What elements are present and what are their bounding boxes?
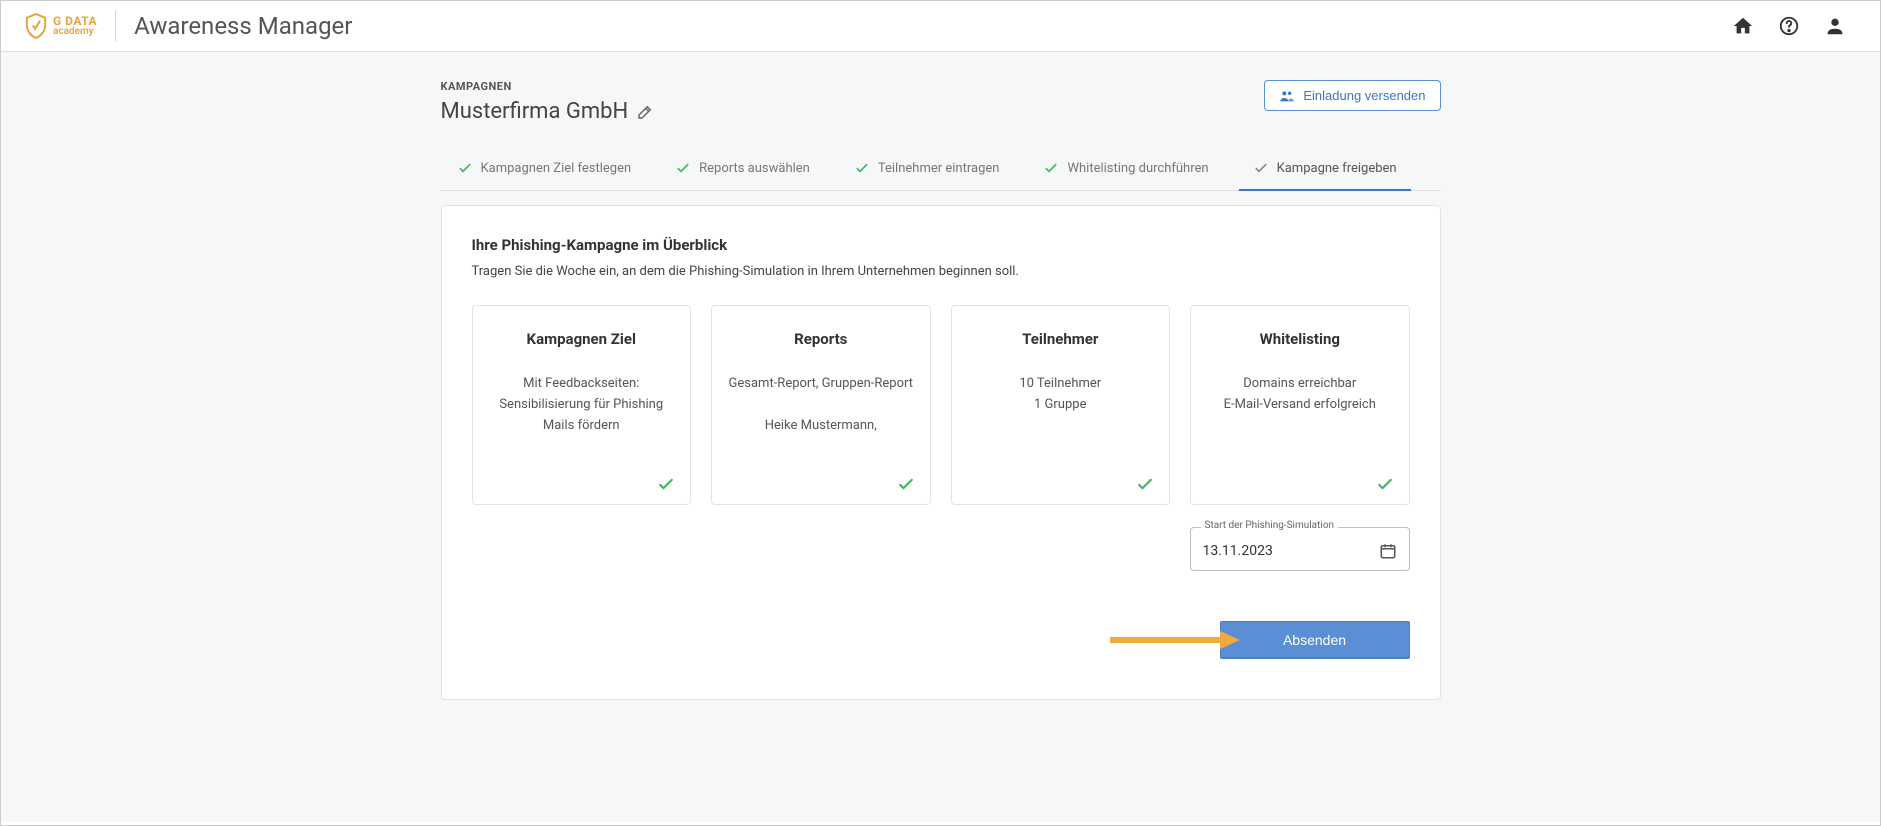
tab-label: Kampagnen Ziel festlegen bbox=[481, 161, 632, 176]
company-name: Musterfirma GmbH bbox=[441, 99, 629, 124]
overview-desc: Tragen Sie die Woche ein, an dem die Phi… bbox=[472, 264, 1410, 279]
check-icon bbox=[656, 474, 676, 494]
breadcrumb: KAMPAGNEN bbox=[441, 80, 655, 93]
summary-card-title: Teilnehmer bbox=[966, 330, 1156, 348]
divider bbox=[115, 11, 116, 41]
summary-card-body: Domains erreichbarE-Mail-Versand erfolgr… bbox=[1205, 374, 1395, 490]
people-icon bbox=[1279, 89, 1295, 103]
check-icon bbox=[1043, 160, 1059, 176]
tab-label: Teilnehmer eintragen bbox=[878, 161, 1000, 176]
summary-card-1: Kampagnen Ziel Mit Feedbackseiten:Sensibi… bbox=[472, 305, 692, 505]
check-icon bbox=[457, 160, 473, 176]
home-icon[interactable] bbox=[1732, 15, 1754, 37]
summary-card-2: Reports Gesamt-Report, Gruppen-Report Hei… bbox=[711, 305, 931, 505]
start-date-label: Start der Phishing-Simulation bbox=[1201, 520, 1339, 531]
app-title: Awareness Manager bbox=[134, 12, 352, 40]
overview-card: Ihre Phishing-Kampagne im Überblick Trag… bbox=[441, 205, 1441, 700]
summary-card-title: Whitelisting bbox=[1205, 330, 1395, 348]
top-bar: G DATA academy Awareness Manager bbox=[1, 1, 1880, 52]
check-icon bbox=[675, 160, 691, 176]
tab-step-3[interactable]: Teilnehmer eintragen bbox=[848, 144, 1006, 190]
stepper-tabs: Kampagnen Ziel festlegen Reports auswähle… bbox=[441, 144, 1441, 191]
summary-card-body: Gesamt-Report, Gruppen-Report Heike Must… bbox=[726, 374, 916, 490]
brand-sub: academy bbox=[53, 27, 97, 37]
invite-label: Einladung versenden bbox=[1303, 88, 1425, 103]
summary-card-title: Kampagnen Ziel bbox=[487, 330, 677, 348]
tab-step-4[interactable]: Whitelisting durchführen bbox=[1037, 144, 1214, 190]
summary-card-title: Reports bbox=[726, 330, 916, 348]
check-icon bbox=[1375, 474, 1395, 494]
start-date-field[interactable]: Start der Phishing-Simulation bbox=[1190, 527, 1410, 571]
overview-title: Ihre Phishing-Kampagne im Überblick bbox=[472, 236, 1410, 254]
check-icon bbox=[896, 474, 916, 494]
summary-card-4: Whitelisting Domains erreichbarE-Mail-Ver… bbox=[1190, 305, 1410, 505]
start-date-input[interactable] bbox=[1203, 543, 1323, 559]
check-icon bbox=[854, 160, 870, 176]
summary-card-body: 10 Teilnehmer1 Gruppe bbox=[966, 374, 1156, 490]
check-icon bbox=[1135, 474, 1155, 494]
tab-step-5[interactable]: Kampagne freigeben bbox=[1247, 144, 1403, 190]
check-pending-icon bbox=[1253, 160, 1269, 176]
tab-label: Reports auswählen bbox=[699, 161, 810, 176]
account-icon[interactable] bbox=[1824, 15, 1846, 37]
edit-icon[interactable] bbox=[636, 103, 654, 121]
tab-step-1[interactable]: Kampagnen Ziel festlegen bbox=[451, 144, 638, 190]
submit-button[interactable]: Absenden bbox=[1220, 621, 1410, 659]
calendar-icon[interactable] bbox=[1379, 542, 1397, 560]
help-icon[interactable] bbox=[1778, 15, 1800, 37]
tab-step-2[interactable]: Reports auswählen bbox=[669, 144, 816, 190]
tab-label: Whitelisting durchführen bbox=[1067, 161, 1208, 176]
brand-logo: G DATA academy bbox=[25, 13, 97, 39]
tab-label: Kampagne freigeben bbox=[1277, 161, 1397, 176]
invite-button[interactable]: Einladung versenden bbox=[1264, 80, 1440, 111]
shield-icon bbox=[25, 13, 47, 39]
summary-card-3: Teilnehmer 10 Teilnehmer1 Gruppe bbox=[951, 305, 1171, 505]
summary-card-body: Mit Feedbackseiten:Sensibilisierung für … bbox=[487, 374, 677, 490]
